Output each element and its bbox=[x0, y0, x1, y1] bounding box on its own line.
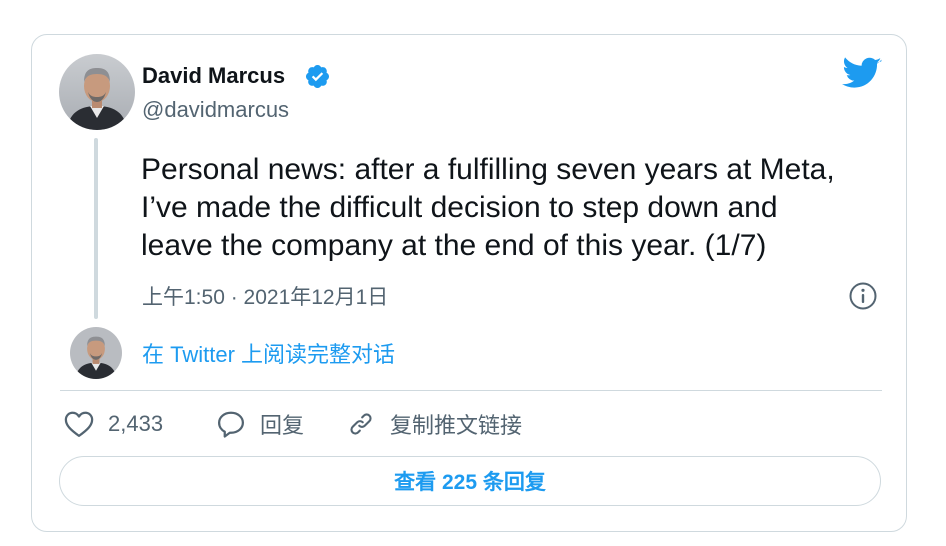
like-button[interactable]: 2,433 bbox=[64, 407, 163, 441]
thread-line bbox=[94, 138, 98, 319]
view-replies-button[interactable]: 查看 225 条回复 bbox=[59, 456, 881, 506]
divider bbox=[60, 390, 882, 391]
heart-icon bbox=[64, 411, 94, 437]
author-handle[interactable]: @davidmarcus bbox=[142, 97, 289, 123]
copy-link-button[interactable]: 复制推文链接 bbox=[346, 407, 522, 441]
tweet-timestamp[interactable]: 上午1:50 · 2021年12月1日 bbox=[142, 281, 388, 311]
reply-label: 回复 bbox=[260, 413, 305, 438]
tweet-card: David Marcus @davidmarcus Personal news:… bbox=[31, 34, 907, 532]
author-avatar[interactable] bbox=[59, 54, 135, 130]
verified-badge-icon bbox=[305, 64, 330, 89]
tweet-text: Personal news: after a fulfilling seven … bbox=[141, 153, 835, 262]
reply-bubble-icon bbox=[218, 411, 244, 438]
link-icon bbox=[350, 413, 372, 435]
info-icon[interactable] bbox=[848, 281, 878, 311]
twitter-bird-icon[interactable] bbox=[842, 57, 882, 91]
view-replies-label: 查看 225 条回复 bbox=[394, 471, 546, 494]
like-count: 2,433 bbox=[108, 411, 164, 436]
copy-link-label: 复制推文链接 bbox=[390, 413, 523, 438]
read-conversation-link[interactable]: 在 Twitter 上阅读完整对话 bbox=[142, 337, 395, 369]
reply-button[interactable]: 回复 bbox=[216, 407, 304, 441]
author-name[interactable]: David Marcus bbox=[142, 63, 285, 89]
thread-avatar[interactable] bbox=[70, 327, 122, 379]
